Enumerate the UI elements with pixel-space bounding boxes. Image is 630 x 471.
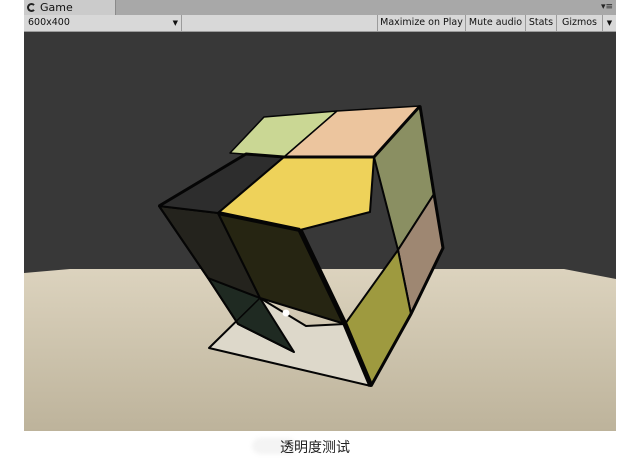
game-viewport[interactable] [24,32,616,431]
stats-toggle[interactable]: Stats [525,15,556,31]
gizmos-dropdown-arrow[interactable]: ▼ [602,15,616,31]
mute-audio-toggle[interactable]: Mute audio [465,15,525,31]
stats-label: Stats [528,17,554,28]
resolution-dropdown[interactable]: 600x400 ▼ [24,15,182,31]
tab-game[interactable]: Game [24,0,116,15]
chevron-down-icon: ▼ [172,19,178,27]
game-view-panel: Game ▾≡ 600x400 ▼ Maximize on Play Mute … [24,0,616,431]
game-toolbar: 600x400 ▼ Maximize on Play Mute audio St… [24,15,616,32]
tab-bar: Game ▾≡ [24,0,616,15]
scene-render [24,32,616,431]
gizmos-toggle[interactable]: Gizmos [556,15,602,31]
maximize-on-play-toggle[interactable]: Maximize on Play [377,15,465,31]
mute-label: Mute audio [468,17,523,28]
game-controller-icon [27,3,36,12]
light-gizmo-dot [282,309,290,317]
resolution-value: 600x400 [28,17,70,28]
figure-caption: 透明度测试 [280,440,350,456]
panel-menu-icon[interactable]: ▾≡ [598,1,616,14]
maximize-label: Maximize on Play [380,17,463,28]
gizmos-label: Gizmos [561,17,597,28]
tab-label: Game [40,1,73,14]
